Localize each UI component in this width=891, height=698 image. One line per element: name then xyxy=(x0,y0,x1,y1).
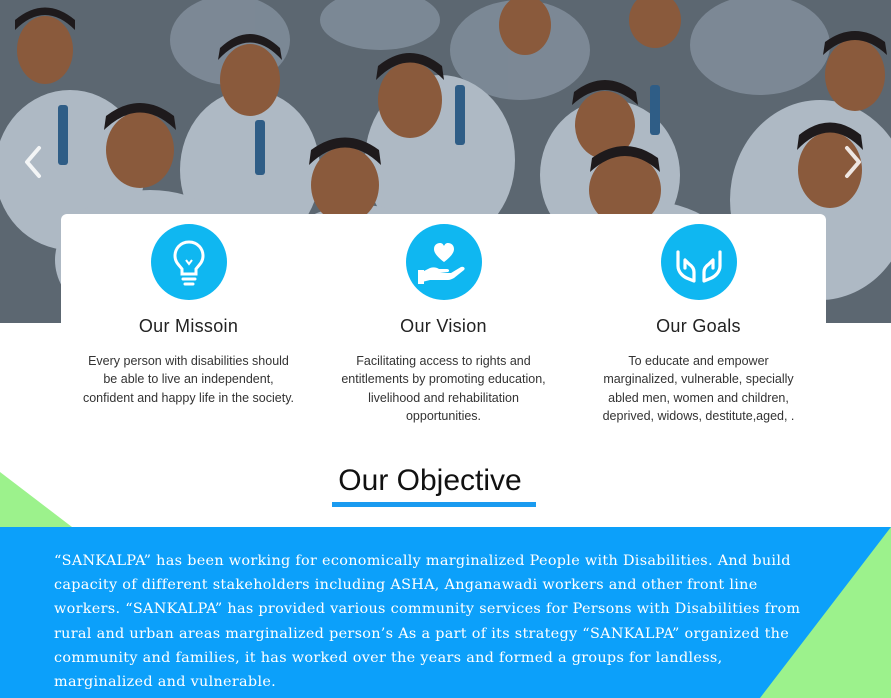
chevron-right-icon xyxy=(845,146,861,178)
feature-icon-circle xyxy=(661,224,737,300)
carousel-prev-button[interactable] xyxy=(20,142,46,182)
heart-hand-icon xyxy=(418,243,465,284)
section-heading: Our Objective xyxy=(338,464,522,497)
lightbulb-icon xyxy=(173,240,205,286)
feature-description: Facilitating access to rights and entitl… xyxy=(341,354,546,423)
heading-underline xyxy=(332,502,536,507)
feature-title: Our Missoin xyxy=(138,316,239,336)
objective-paragraph: “SANKALPA” has been working for economic… xyxy=(54,553,801,691)
chevron-left-icon xyxy=(25,146,41,178)
objective-band: “SANKALPA” has been working for economic… xyxy=(0,527,891,698)
feature-icon-circle xyxy=(151,224,227,300)
feature-description: To educate and empower marginalized, vul… xyxy=(602,354,795,423)
features-card: Our Missoin Every person with disabiliti… xyxy=(61,214,826,464)
feature-title: Our Vision xyxy=(400,316,487,336)
feature-description: Every person with disabilities should be… xyxy=(82,354,295,405)
feature-title: Our Goals xyxy=(656,316,741,336)
caring-hands-icon xyxy=(676,250,722,283)
feature-icon-circle xyxy=(406,224,482,300)
carousel-next-button[interactable] xyxy=(840,142,866,182)
